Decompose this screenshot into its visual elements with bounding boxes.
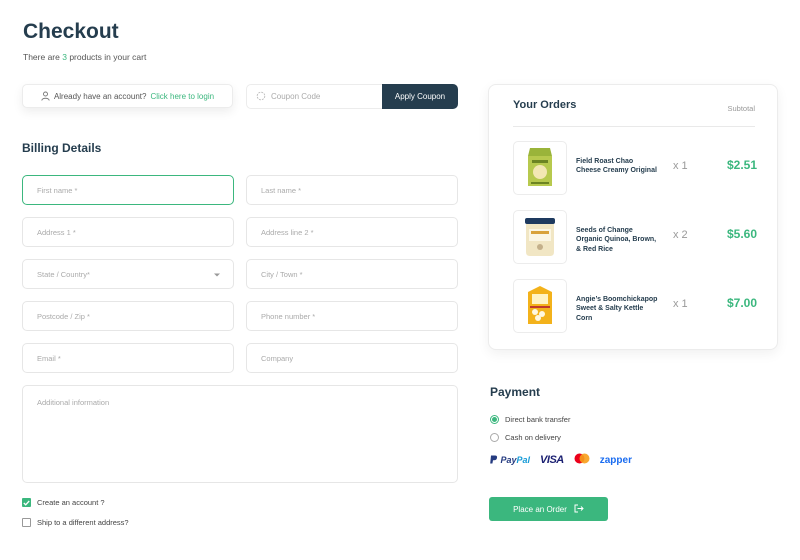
ship-different-label: Ship to a different address? xyxy=(37,518,129,527)
cart-summary-suffix: products in your cart xyxy=(66,52,147,62)
product-price: $2.51 xyxy=(726,158,757,172)
email-field[interactable]: Email * xyxy=(22,343,234,373)
mastercard-logo xyxy=(574,451,590,469)
cheese-package-icon xyxy=(528,148,552,186)
paypal-logo-a: Pay xyxy=(500,455,517,465)
city-field[interactable]: City / Town * xyxy=(246,259,458,289)
additional-info-textarea[interactable]: Additional information xyxy=(22,385,458,483)
cart-summary-prefix: There are xyxy=(23,52,63,62)
product-price: $5.60 xyxy=(726,227,757,241)
create-account-label: Create an account ? xyxy=(37,498,105,507)
product-thumbnail[interactable] xyxy=(513,141,567,195)
popcorn-bag-icon xyxy=(528,286,552,324)
order-item: Seeds of Change Organic Quinoa, Brown, &… xyxy=(513,210,757,264)
product-name[interactable]: Angie’s Boomchickapop Sweet & Salty Kett… xyxy=(576,295,658,323)
cash-on-delivery-label: Cash on delivery xyxy=(505,433,561,442)
phone-field[interactable]: Phone number * xyxy=(246,301,458,331)
place-order-label: Place an Order xyxy=(513,504,567,514)
ship-different-option[interactable]: Ship to a different address? xyxy=(22,518,129,527)
bank-transfer-label: Direct bank transfer xyxy=(505,415,571,424)
login-prompt: Already have an account? Click here to l… xyxy=(22,84,233,108)
orders-card: Your Orders Subtotal Field Roast Chao Ch… xyxy=(488,84,778,350)
create-account-option[interactable]: Create an account ? xyxy=(22,498,105,507)
state-select-label: State / Country* xyxy=(37,269,90,279)
paypal-logo-b: Pal xyxy=(516,455,531,465)
payment-title: Payment xyxy=(490,385,541,399)
product-qty: x 1 xyxy=(673,160,688,172)
address2-field[interactable]: Address line 2 * xyxy=(246,217,458,247)
paypal-p-icon xyxy=(490,455,498,464)
login-link[interactable]: Click here to login xyxy=(150,92,214,101)
rice-container-icon xyxy=(525,218,555,256)
user-icon xyxy=(41,91,50,101)
product-qty: x 2 xyxy=(673,229,688,241)
orders-divider xyxy=(513,126,755,127)
coupon-placeholder: Coupon Code xyxy=(271,92,321,101)
state-select[interactable]: State / Country* xyxy=(22,259,234,289)
place-order-button[interactable]: Place an Order xyxy=(489,497,608,521)
subtotal-label: Subtotal xyxy=(727,104,755,113)
coupon-icon xyxy=(256,91,266,103)
sign-out-arrow-icon xyxy=(574,504,584,515)
last-name-field[interactable]: Last name * xyxy=(246,175,458,205)
billing-title: Billing Details xyxy=(22,141,102,155)
create-account-checkbox[interactable] xyxy=(22,498,31,507)
chevron-down-icon xyxy=(213,271,221,280)
page-title: Checkout xyxy=(23,20,119,43)
paypal-logo: PayPal xyxy=(490,455,530,465)
product-thumbnail[interactable] xyxy=(513,279,567,333)
product-price: $7.00 xyxy=(726,296,757,310)
bank-transfer-radio[interactable] xyxy=(490,415,499,424)
product-name[interactable]: Seeds of Change Organic Quinoa, Brown, &… xyxy=(576,226,658,254)
payment-option-cash[interactable]: Cash on delivery xyxy=(490,433,561,442)
product-name[interactable]: Field Roast Chao Cheese Creamy Original xyxy=(576,157,658,176)
orders-title: Your Orders xyxy=(513,99,577,111)
product-qty: x 1 xyxy=(673,298,688,310)
postcode-field[interactable]: Postcode / Zip * xyxy=(22,301,234,331)
product-thumbnail[interactable] xyxy=(513,210,567,264)
zapper-logo: zapper xyxy=(599,454,632,466)
coupon-form: Coupon Code Apply Coupon xyxy=(246,84,458,109)
ship-different-checkbox[interactable] xyxy=(22,518,31,527)
address1-field[interactable]: Address 1 * xyxy=(22,217,234,247)
payment-option-bank[interactable]: Direct bank transfer xyxy=(490,415,570,424)
cart-summary: There are 3 products in your cart xyxy=(23,52,146,62)
payment-logos: PayPal VISA zapper xyxy=(490,451,632,469)
order-item: Field Roast Chao Cheese Creamy Original … xyxy=(513,141,757,195)
company-field[interactable]: Company xyxy=(246,343,458,373)
first-name-field[interactable]: First name * xyxy=(22,175,234,205)
coupon-input[interactable]: Coupon Code xyxy=(246,84,382,109)
order-item: Angie’s Boomchickapop Sweet & Salty Kett… xyxy=(513,279,757,333)
apply-coupon-button[interactable]: Apply Coupon xyxy=(382,84,458,109)
login-prompt-text: Already have an account? xyxy=(53,91,147,101)
cash-on-delivery-radio[interactable] xyxy=(490,433,499,442)
visa-logo: VISA xyxy=(540,454,564,466)
